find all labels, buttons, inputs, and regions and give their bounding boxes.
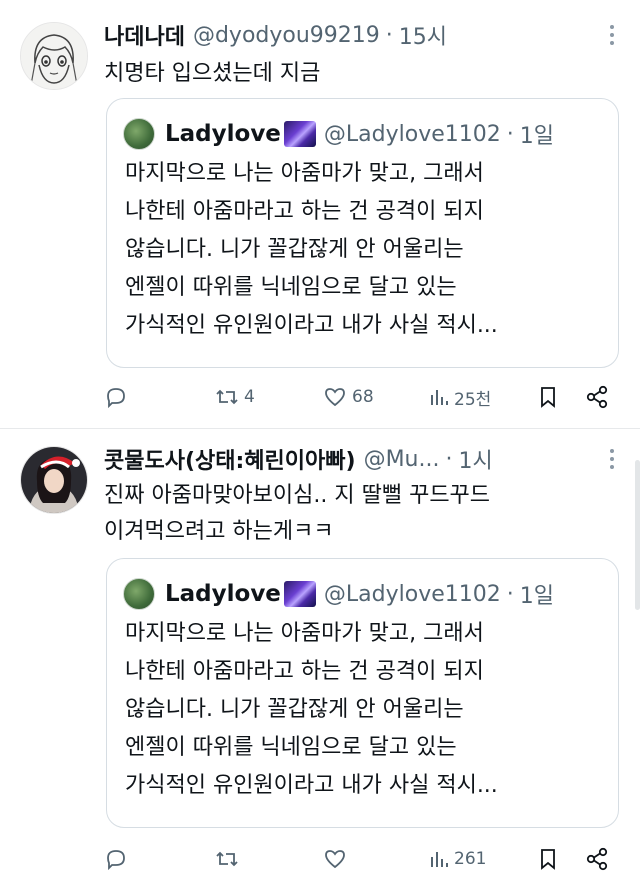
share-icon (586, 847, 608, 871)
retweet-button[interactable]: 4 (214, 380, 255, 414)
separator-dot: · (506, 121, 514, 147)
reply-button[interactable] (104, 380, 132, 414)
tweet-text-line: 진짜 아줌마맞아보이심.. 지 딸뻘 꾸드꾸드 (104, 483, 491, 508)
views-icon (431, 852, 448, 867)
author-handle[interactable]: @dyodyou99219 (193, 23, 380, 48)
retweet-button[interactable] (214, 842, 244, 876)
heart-icon (325, 850, 345, 869)
share-button[interactable] (584, 380, 610, 414)
retweet-icon (216, 389, 238, 405)
galaxy-emoji-icon (283, 121, 316, 147)
bookmark-icon (541, 387, 555, 408)
tweet-header: 나데나데 @dyodyou99219 · 15시 (104, 18, 596, 52)
views-icon (431, 390, 448, 405)
separator-dot: · (506, 581, 514, 607)
tweet-text: 치명타 입으셨는데 지금 (104, 56, 620, 92)
quoted-tweet[interactable]: Ladylove @Ladylove1102 · 1일 마지막으로 나는 아줌마… (106, 98, 619, 368)
quoted-text-line: 가식적인 유인원이라고 내가 사실 적시... (125, 773, 498, 798)
tweet-header: 콧물도사(상태:혜린이아빠) @Mu... · 1시 (104, 442, 596, 476)
quoted-author-name: Ladylove (165, 581, 281, 607)
views-count: 25천 (454, 389, 492, 410)
heart-icon (325, 388, 345, 407)
retweet-icon (216, 851, 238, 867)
quoted-tweet[interactable]: Ladylove @Ladylove1102 · 1일 마지막으로 나는 아줌마… (106, 558, 619, 828)
quoted-text-line: 않습니다. 니가 꼴갑잖게 안 어울리는 (125, 237, 464, 262)
quoted-timestamp: 1일 (519, 124, 555, 149)
tweet-2[interactable]: 콧물도사(상태:혜린이아빠) @Mu... · 1시 진짜 아줌마맞아보이심..… (0, 430, 640, 884)
quoted-tweet-header: Ladylove @Ladylove1102 · 1일 (123, 577, 606, 611)
tweet-divider (0, 428, 640, 429)
reply-icon (107, 388, 125, 409)
views-button[interactable]: 261 (428, 842, 486, 876)
retweet-count: 4 (244, 387, 255, 407)
share-icon (586, 385, 608, 409)
separator-dot: · (385, 22, 393, 48)
quoted-text-line: 마지막으로 나는 아줌마가 맞고, 그래서 (125, 161, 484, 186)
more-icon[interactable] (602, 20, 622, 50)
quoted-author-handle: @Ladylove1102 (323, 581, 501, 607)
quoted-timestamp: 1일 (519, 584, 555, 609)
quoted-text-line: 마지막으로 나는 아줌마가 맞고, 그래서 (125, 621, 484, 646)
bookmark-button[interactable] (536, 380, 560, 414)
share-button[interactable] (584, 842, 610, 876)
quoted-author-name: Ladylove (165, 121, 281, 147)
avatar[interactable] (20, 446, 88, 514)
quoted-text-line: 가식적인 유인원이라고 내가 사실 적시... (125, 313, 498, 338)
tweet-text-line: 이겨먹으려고 하는게ㅋㅋ (104, 519, 334, 544)
like-button[interactable]: 68 (322, 380, 374, 414)
quoted-avatar (123, 578, 155, 610)
action-bar: 261 (104, 842, 618, 876)
views-button[interactable]: 25천 (428, 380, 491, 414)
tweet-text-line: 치명타 입으셨는데 지금 (104, 61, 321, 86)
tweet-1[interactable]: 나데나데 @dyodyou99219 · 15시 치명타 입으셨는데 지금 La… (0, 0, 640, 430)
like-count: 68 (352, 387, 374, 407)
reply-button[interactable] (104, 842, 132, 876)
quoted-text-line: 나한테 아줌마라고 하는 건 공격이 되지 (125, 659, 484, 684)
action-bar: 4 68 25천 (104, 380, 618, 414)
quoted-text-line: 엔젤이 따위를 닉네임으로 달고 있는 (125, 735, 457, 760)
bookmark-button[interactable] (536, 842, 560, 876)
quoted-text-line: 엔젤이 따위를 닉네임으로 달고 있는 (125, 275, 457, 300)
scrollbar[interactable] (635, 460, 640, 610)
reply-icon (107, 850, 125, 871)
avatar[interactable] (20, 22, 88, 90)
quoted-text-line: 않습니다. 니가 꼴갑잖게 안 어울리는 (125, 697, 464, 722)
author-name[interactable]: 콧물도사(상태:혜린이아빠) (104, 443, 356, 475)
quoted-text-line: 나한테 아줌마라고 하는 건 공격이 되지 (125, 199, 484, 224)
timestamp[interactable]: 15시 (399, 19, 447, 51)
galaxy-emoji-icon (283, 581, 316, 607)
quoted-tweet-text: 마지막으로 나는 아줌마가 맞고, 그래서 나한테 아줌마라고 하는 건 공격이… (125, 615, 604, 805)
avatar-photo-image (21, 447, 87, 513)
views-count: 261 (454, 849, 487, 869)
quoted-author-handle: @Ladylove1102 (323, 121, 501, 147)
author-name[interactable]: 나데나데 (104, 19, 185, 51)
quoted-tweet-text: 마지막으로 나는 아줌마가 맞고, 그래서 나한테 아줌마라고 하는 건 공격이… (125, 155, 604, 345)
timestamp[interactable]: 1시 (458, 443, 492, 475)
bookmark-icon (541, 849, 555, 870)
quoted-tweet-header: Ladylove @Ladylove1102 · 1일 (123, 117, 606, 151)
tweet-text: 진짜 아줌마맞아보이심.. 지 딸뻘 꾸드꾸드 이겨먹으려고 하는게ㅋㅋ (104, 478, 620, 550)
like-button[interactable] (322, 842, 352, 876)
author-handle[interactable]: @Mu... (364, 447, 440, 472)
more-icon[interactable] (602, 444, 622, 474)
avatar-sketch-image (21, 23, 87, 89)
quoted-avatar (123, 118, 155, 150)
separator-dot: · (445, 446, 453, 472)
